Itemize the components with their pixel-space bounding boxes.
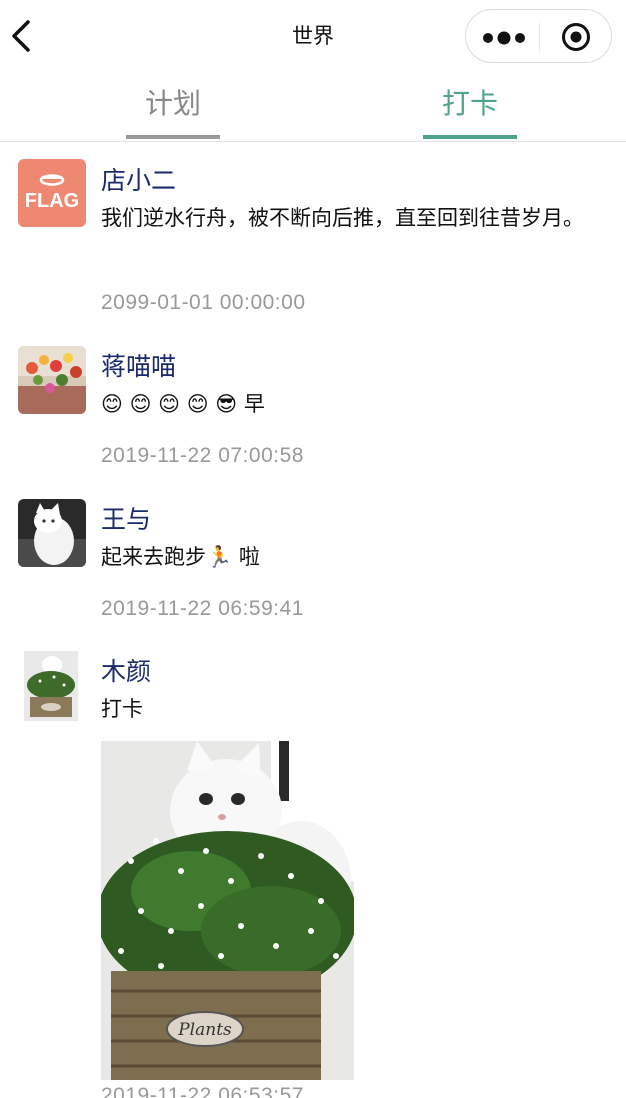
author-name[interactable]: 王与 <box>101 500 151 536</box>
post-photo[interactable]: Plants <box>101 741 354 1080</box>
cat-plants-photo-icon <box>24 651 78 721</box>
more-button[interactable] <box>482 23 526 49</box>
post-content: 打卡 <box>101 697 143 721</box>
checkin-feed[interactable]: FLAG 店小二 我们逆水行舟，被不断向后推，直至回到往昔岁月。 2099-01… <box>0 142 626 1098</box>
menu-capsule <box>465 9 612 63</box>
post-time: 2099-01-01 00:00:00 <box>101 291 306 314</box>
more-dots-icon <box>483 31 525 45</box>
avatar[interactable]: FLAG <box>18 159 86 227</box>
avatar[interactable] <box>24 651 78 721</box>
flag-logo-icon: FLAG <box>25 174 79 212</box>
tab-checkin[interactable]: 打卡 <box>400 82 540 139</box>
flag-logo-text: FLAG <box>25 190 79 212</box>
post-time: 2019-11-22 06:53:57 <box>101 1084 304 1098</box>
plants-basket-label: Plants <box>177 1020 232 1040</box>
close-miniprogram-button[interactable] <box>560 21 592 53</box>
author-name[interactable]: 木颜 <box>101 652 151 688</box>
navigation-bar: 世界 <box>0 0 626 72</box>
cat-in-plants-photo: Plants <box>101 741 354 1080</box>
post-content: 😊 😊 😊 😊 😎 早 <box>101 392 265 416</box>
avatar[interactable] <box>18 346 86 414</box>
tab-bar: 计划 打卡 <box>0 72 626 142</box>
target-circle-icon <box>562 23 590 51</box>
tab-checkin-label: 打卡 <box>441 87 498 120</box>
tab-plan[interactable]: 计划 <box>103 82 243 139</box>
avatar[interactable] <box>18 499 86 567</box>
capsule-divider <box>539 23 540 51</box>
flowers-photo-icon <box>18 346 86 414</box>
tab-plan-indicator <box>126 135 220 139</box>
post-time: 2019-11-22 06:59:41 <box>101 597 304 620</box>
white-cat-photo-icon <box>18 499 86 567</box>
post-time: 2019-11-22 07:00:58 <box>101 444 304 467</box>
post-content: 起来去跑步🏃 啦 <box>101 545 260 569</box>
author-name[interactable]: 蒋喵喵 <box>101 347 176 383</box>
tab-plan-label: 计划 <box>144 87 201 120</box>
author-name[interactable]: 店小二 <box>101 161 176 197</box>
post-content: 我们逆水行舟，被不断向后推，直至回到往昔岁月。 <box>101 206 584 230</box>
tab-checkin-indicator <box>423 135 517 139</box>
